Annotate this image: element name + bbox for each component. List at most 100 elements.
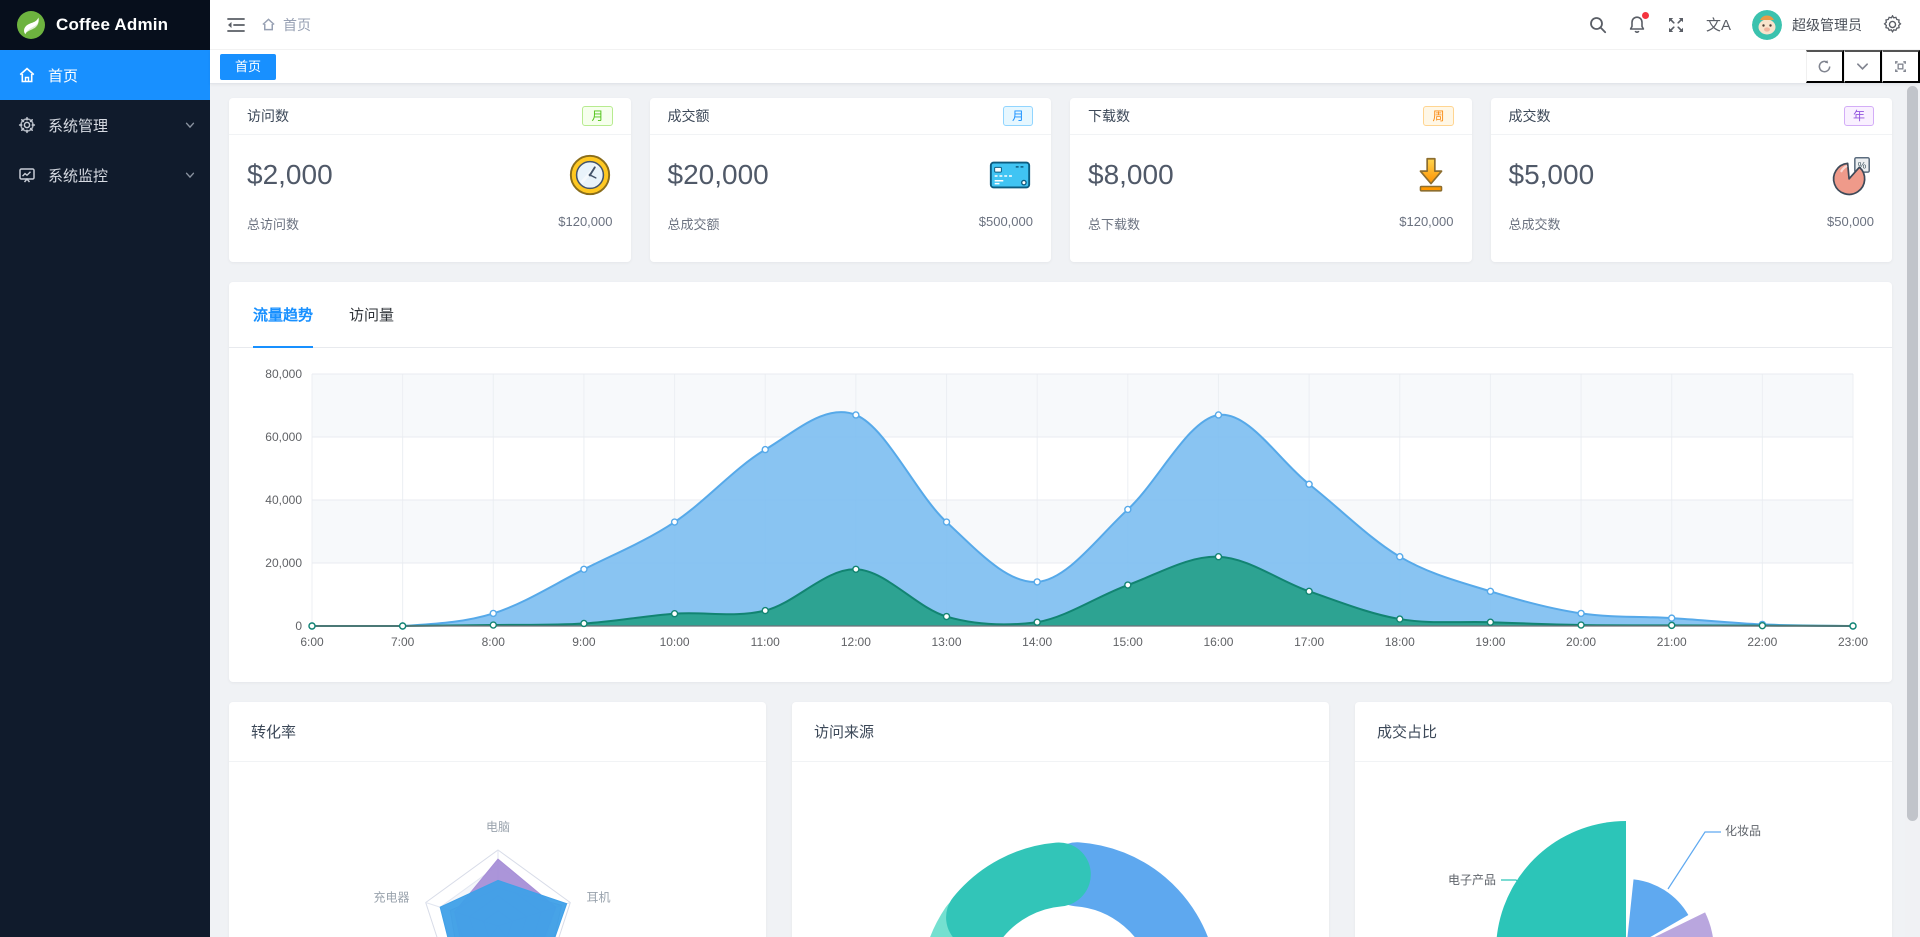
sidebar-menu: 首页系统管理 系统监控 bbox=[0, 50, 210, 200]
svg-text:充电器: 充电器 bbox=[374, 889, 410, 904]
logo-leaf-icon bbox=[16, 10, 46, 40]
stat-card-sales: 成交额 月 $20,000 总成交额 $500,000 bbox=[649, 98, 1052, 262]
period-badge: 月 bbox=[1002, 106, 1033, 126]
pie-icon: % bbox=[1828, 152, 1874, 198]
stat-card-header: 成交额 月 bbox=[649, 98, 1051, 135]
navbar: 首页 文A 超级管理员 bbox=[210, 0, 1920, 50]
breadcrumb-label: 首页 bbox=[283, 16, 311, 33]
stat-cards-row: 访问数 月 $2,000 总访问数 $120,000 成交额 月 $20,000… bbox=[229, 98, 1892, 262]
svg-text:6:00: 6:00 bbox=[300, 635, 324, 649]
stat-card-visits: 访问数 月 $2,000 总访问数 $120,000 bbox=[229, 98, 631, 262]
deal-share-card: 成交占比 电子产品 化妆品 bbox=[1355, 702, 1892, 937]
svg-text:18:00: 18:00 bbox=[1385, 635, 1415, 649]
logo[interactable]: Coffee Admin bbox=[0, 0, 210, 50]
svg-text:15:00: 15:00 bbox=[1113, 635, 1143, 649]
traffic-trend-card: 流量趋势 访问量 80,000 60,000 40,000 20,000 0 6:00 7:… bbox=[229, 282, 1892, 682]
stat-footer-label: 总成交额 bbox=[667, 217, 720, 232]
stat-footer-label: 总下载数 bbox=[1088, 217, 1141, 232]
stat-footer-label: 总成交数 bbox=[1508, 217, 1561, 232]
period-badge: 周 bbox=[1423, 106, 1454, 126]
svg-text:20,000: 20,000 bbox=[265, 556, 302, 570]
fold-icon bbox=[227, 17, 245, 32]
refresh-icon bbox=[1818, 60, 1831, 73]
svg-text:22:00: 22:00 bbox=[1747, 635, 1777, 649]
tab-visit-volume[interactable]: 访问量 bbox=[349, 282, 394, 347]
stat-card-footer: 总下载数 $120,000 bbox=[1070, 204, 1472, 243]
settings-button[interactable] bbox=[1883, 15, 1902, 34]
stat-footer-value: $120,000 bbox=[1399, 214, 1454, 229]
svg-text:20:00: 20:00 bbox=[1566, 635, 1596, 649]
traffic-trend-chart: 80,000 60,000 40,000 20,000 0 6:00 7:00 8:00 9:0… bbox=[229, 348, 1892, 682]
user-name[interactable]: 超级管理员 bbox=[1792, 15, 1862, 35]
clock-icon bbox=[567, 152, 613, 198]
stat-card-body: $20,000 bbox=[650, 135, 1052, 204]
navbar-right: 文A 超级管理员 bbox=[1589, 9, 1902, 40]
stat-value: $5,000 bbox=[1508, 159, 1595, 190]
trend-tabs: 流量趋势 访问量 bbox=[229, 282, 1892, 348]
breadcrumb-home-icon bbox=[262, 18, 275, 31]
refresh-button[interactable] bbox=[1806, 50, 1844, 83]
svg-text:9:00: 9:00 bbox=[572, 635, 596, 649]
vertical-scrollbar[interactable] bbox=[1905, 84, 1920, 937]
tab-home[interactable]: 首页 bbox=[220, 53, 277, 80]
stat-card-downloads: 下载数 周 $8,000 总下载数 $120,000 bbox=[1070, 98, 1472, 262]
scrollbar-thumb[interactable] bbox=[1907, 86, 1918, 821]
navbar-left: 首页 bbox=[226, 15, 311, 35]
sidebar-item-system-admin[interactable]: 系统管理 bbox=[0, 100, 210, 150]
maximize-button[interactable] bbox=[1882, 50, 1920, 83]
stat-card-body: $5,000 % bbox=[1491, 135, 1893, 204]
home-icon bbox=[18, 66, 36, 84]
tags-view-bar: 首页 bbox=[210, 50, 1920, 84]
download-icon bbox=[1408, 152, 1454, 198]
translate-button[interactable]: 文A bbox=[1706, 14, 1731, 35]
avatar-image bbox=[1752, 9, 1782, 40]
stat-card-header: 下载数 周 bbox=[1070, 98, 1472, 135]
sidebar-item-system-monitor[interactable]: 系统监控 bbox=[0, 150, 210, 200]
stat-card-body: $8,000 bbox=[1070, 135, 1472, 204]
app-window: Coffee Admin 首页 系统管理 系统监控 首页 文A 超级管理员 首页… bbox=[0, 0, 1920, 937]
stat-card-header: 访问数 月 bbox=[229, 98, 631, 135]
breadcrumb[interactable]: 首页 bbox=[261, 15, 311, 35]
svg-text:化妆品: 化妆品 bbox=[1725, 824, 1761, 838]
sidebar-item-home[interactable]: 首页 bbox=[0, 50, 210, 100]
fullscreen-button[interactable] bbox=[1667, 16, 1685, 34]
svg-text:16:00: 16:00 bbox=[1203, 635, 1233, 649]
search-button[interactable] bbox=[1589, 16, 1607, 34]
conversion-rate-card: 转化率 电脑 耳机 充电器 bbox=[229, 702, 766, 937]
card-title: 转化率 bbox=[229, 702, 766, 762]
stat-footer-value: $500,000 bbox=[978, 214, 1033, 229]
svg-text:电子产品: 电子产品 bbox=[1448, 873, 1496, 887]
tab-options-button[interactable] bbox=[1844, 50, 1882, 83]
stat-footer-label: 总访问数 bbox=[247, 217, 300, 232]
svg-text:19:00: 19:00 bbox=[1475, 635, 1505, 649]
chevron-down-icon bbox=[1857, 63, 1868, 71]
svg-text:23:00: 23:00 bbox=[1838, 635, 1868, 649]
search-icon bbox=[1590, 16, 1607, 33]
main-area: 首页 文A 超级管理员 首页 访问数 月 $2,000 总访问数 $120,00… bbox=[210, 0, 1920, 937]
svg-text:11:00: 11:00 bbox=[751, 635, 780, 649]
logo-title: Coffee Admin bbox=[56, 15, 169, 34]
tab-traffic-trend[interactable]: 流量趋势 bbox=[253, 282, 314, 348]
svg-text:8:00: 8:00 bbox=[482, 635, 506, 649]
page-content: 访问数 月 $2,000 总访问数 $120,000 成交额 月 $20,000… bbox=[210, 84, 1920, 937]
monitor-icon bbox=[18, 166, 36, 184]
stat-footer-value: $120,000 bbox=[558, 214, 613, 229]
sidebar-item-label: 首页 bbox=[48, 67, 79, 85]
svg-text:60,000: 60,000 bbox=[265, 430, 302, 444]
stat-card-title: 成交额 bbox=[667, 108, 710, 124]
stat-value: $20,000 bbox=[667, 159, 769, 190]
stat-card-title: 访问数 bbox=[247, 108, 289, 124]
svg-text:13:00: 13:00 bbox=[932, 635, 962, 649]
svg-text:7:00: 7:00 bbox=[391, 635, 415, 649]
notifications-button[interactable] bbox=[1628, 12, 1649, 34]
chevron-down-icon bbox=[185, 122, 195, 129]
translate-icon: 文A bbox=[1705, 17, 1731, 34]
svg-text:耳机: 耳机 bbox=[586, 890, 610, 904]
sidebar-fold-button[interactable] bbox=[226, 15, 246, 35]
period-badge: 月 bbox=[582, 106, 613, 126]
stat-card-deals: 成交数 年 $5,000 % 总成交数 $50,000 bbox=[1490, 98, 1893, 262]
avatar[interactable] bbox=[1752, 9, 1782, 40]
card-title: 成交占比 bbox=[1355, 702, 1892, 762]
maximize-icon bbox=[1895, 61, 1906, 72]
stat-value: $8,000 bbox=[1088, 159, 1174, 190]
